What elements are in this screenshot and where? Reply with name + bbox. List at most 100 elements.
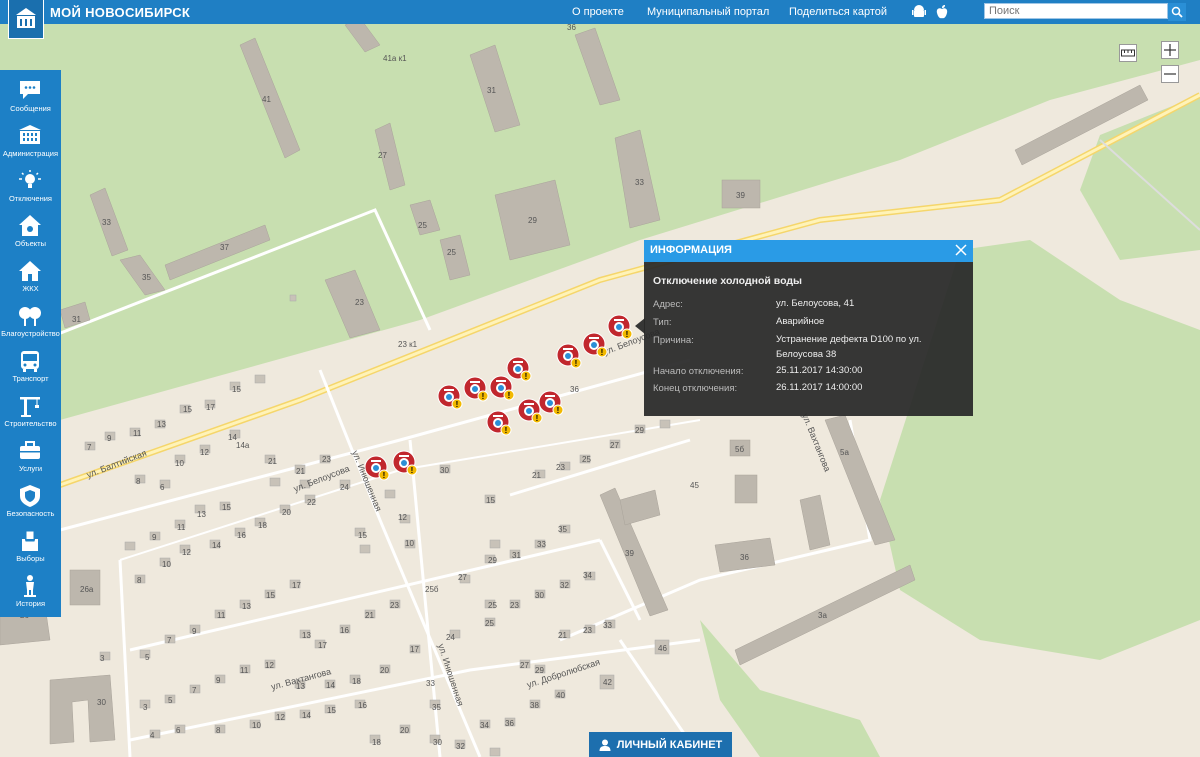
start-value: 25.11.2017 14:30:00 [776,365,863,376]
info-popup: ИНФОРМАЦИЯ Отключение холодной воды Адре… [644,240,973,416]
shield-icon [20,485,40,507]
house-icon [19,261,41,281]
svg-text:25: 25 [447,248,456,257]
apple-icon[interactable] [934,4,950,20]
start-label: Начало отключения: [653,366,744,377]
android-icon[interactable] [911,4,927,20]
water-outage-marker[interactable]: ! [556,343,582,369]
address-value: ул. Белоусова, 41 [776,298,855,309]
svg-text:15: 15 [327,706,336,715]
sidebar-item-administration[interactable]: Администрация [0,118,61,163]
ruler-button[interactable] [1119,44,1137,62]
city-logo-icon[interactable] [8,0,44,39]
svg-text:7: 7 [87,443,92,452]
svg-text:21: 21 [296,467,305,476]
water-outage-marker[interactable]: ! [392,450,418,476]
sidebar-item-housing[interactable]: ЖКХ [0,253,61,298]
svg-text:42: 42 [603,678,612,687]
svg-text:27: 27 [610,441,619,450]
svg-text:!: ! [557,406,560,415]
monument-icon [24,575,36,597]
water-outage-marker[interactable]: ! [463,376,489,402]
svg-text:45: 45 [690,481,699,490]
site-title[interactable]: МОЙ НОВОСИБИРСК [50,5,190,20]
map-canvas[interactable]: 4141а к131 362733 392933 372525 352331 2… [0,0,1200,757]
ruler-icon [1121,49,1135,57]
svg-text:14а: 14а [236,441,250,450]
zoom-out-button[interactable] [1161,65,1179,83]
svg-text:12: 12 [182,548,191,557]
svg-text:33: 33 [102,218,111,227]
sidebar-item-security[interactable]: Безопасность [0,478,61,523]
sidebar-item-landscaping[interactable]: Благоустройство [0,298,61,343]
end-label: Конец отключения: [653,383,738,394]
svg-text:12: 12 [398,513,407,522]
svg-text:13: 13 [157,420,166,429]
svg-text:30: 30 [440,466,449,475]
svg-text:41а к1: 41а к1 [383,54,407,63]
svg-text:!: ! [383,471,386,480]
sidebar: Сообщения Администрация Отключения Объек… [0,70,61,617]
svg-text:23: 23 [322,455,331,464]
svg-text:20: 20 [380,666,389,675]
svg-text:16: 16 [358,701,367,710]
sidebar-item-construction[interactable]: Строительство [0,388,61,433]
svg-text:31: 31 [72,315,81,324]
svg-text:23: 23 [583,626,592,635]
svg-text:!: ! [525,372,528,381]
svg-text:17: 17 [318,641,327,650]
sidebar-item-elections[interactable]: Выборы [0,523,61,568]
svg-text:20: 20 [282,508,291,517]
svg-text:33: 33 [537,540,546,549]
water-outage-marker[interactable]: ! [364,455,390,481]
svg-text:40: 40 [556,691,565,700]
water-outage-marker[interactable]: ! [486,410,512,436]
zoom-in-button[interactable] [1161,41,1179,59]
svg-text:13: 13 [302,631,311,640]
sidebar-item-history[interactable]: История [0,568,61,613]
svg-text:29: 29 [488,556,497,565]
svg-text:21: 21 [365,611,374,620]
svg-text:14: 14 [326,681,335,690]
water-outage-marker[interactable]: ! [538,390,564,416]
water-outage-marker[interactable]: ! [506,356,532,382]
svg-text:27: 27 [458,573,467,582]
svg-text:11: 11 [177,523,186,532]
sidebar-item-objects[interactable]: Объекты [0,208,61,253]
nav-portal-link[interactable]: Муниципальный портал [647,6,769,18]
sidebar-item-services[interactable]: Услуги [0,433,61,478]
end-value: 26.11.2017 14:00:00 [776,382,863,393]
sidebar-item-transport[interactable]: Транспорт [0,343,61,388]
svg-text:21: 21 [532,471,541,480]
svg-text:18: 18 [258,521,267,530]
nav-about-link[interactable]: О проекте [572,6,624,18]
svg-text:46: 46 [658,644,667,653]
svg-text:25: 25 [488,601,497,610]
svg-text:25: 25 [418,221,427,230]
svg-text:23: 23 [390,601,399,610]
svg-text:15: 15 [358,531,367,540]
svg-text:15: 15 [266,591,275,600]
svg-text:10: 10 [405,539,414,548]
sidebar-item-messages[interactable]: Сообщения [0,73,61,118]
search-input[interactable] [984,3,1168,19]
svg-text:8: 8 [136,477,141,486]
user-icon [599,739,611,751]
svg-text:36: 36 [570,385,579,394]
personal-cabinet-button[interactable]: ЛИЧНЫЙ КАБИНЕТ [589,732,732,757]
svg-text:20: 20 [400,726,409,735]
water-outage-marker-selected[interactable]: ! [607,314,633,340]
search-button[interactable] [1168,3,1186,21]
svg-text:5а: 5а [840,448,849,457]
info-popup-title: ИНФОРМАЦИЯ [650,244,732,256]
sidebar-item-outages[interactable]: Отключения [0,163,61,208]
chat-icon [20,81,40,99]
svg-text:33: 33 [635,178,644,187]
nav-share-link[interactable]: Поделиться картой [789,6,887,18]
water-outage-marker[interactable]: ! [437,384,463,410]
svg-text:25б: 25б [425,585,439,594]
svg-text:22: 22 [307,498,316,507]
svg-text:10: 10 [252,721,261,730]
close-icon[interactable] [953,242,969,258]
water-outage-marker[interactable]: ! [582,332,608,358]
